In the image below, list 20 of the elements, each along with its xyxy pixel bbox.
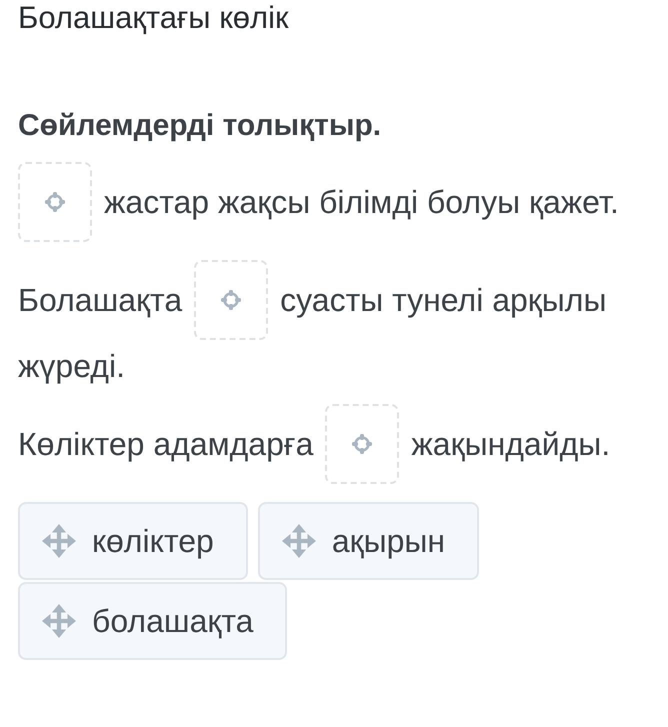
move-icon (42, 524, 76, 558)
sentence-text: суасты тунелі арқылы (280, 281, 606, 320)
move-icon (282, 524, 316, 558)
draggable-option[interactable]: болашақта (18, 582, 288, 660)
draggable-option[interactable]: ақырын (258, 502, 480, 580)
sentence-text: Болашақта (18, 281, 182, 320)
sentence-text: жүреді. (18, 347, 125, 386)
drop-zone[interactable] (325, 404, 400, 484)
sentence-text: жастар жақсы білімді болуы қажет. (104, 183, 619, 222)
drop-zone[interactable] (194, 260, 268, 340)
instruction-text: Сөйлемдерді толықтыр. (18, 108, 382, 144)
sentence-text: жақындайды. (411, 425, 610, 464)
page-title: Болашақтағы көлік (18, 0, 290, 36)
move-icon (42, 604, 76, 638)
target-icon (219, 288, 244, 312)
target-icon (43, 190, 67, 214)
sentence-text: Көліктер адамдарға (18, 425, 314, 464)
target-icon (350, 432, 374, 456)
draggable-option[interactable]: көліктер (18, 502, 248, 580)
drop-zone[interactable] (18, 162, 92, 242)
